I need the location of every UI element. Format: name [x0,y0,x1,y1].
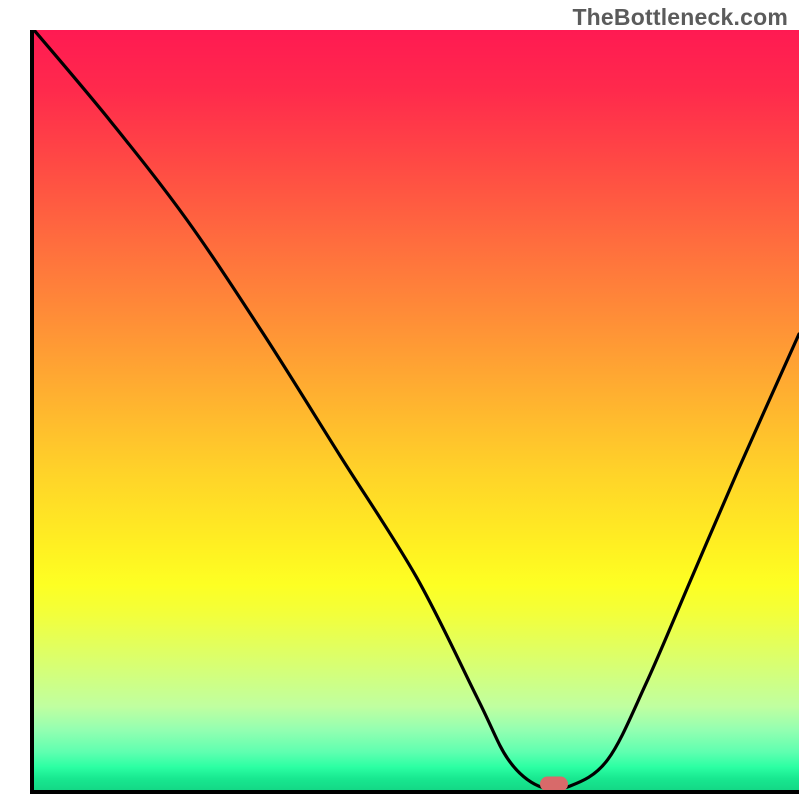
bottleneck-curve-path [34,30,799,790]
watermark-text: TheBottleneck.com [572,4,788,31]
chart-container: TheBottleneck.com [0,0,800,800]
target-marker [540,776,568,791]
curve-svg [34,30,799,790]
plot-area [30,30,799,794]
